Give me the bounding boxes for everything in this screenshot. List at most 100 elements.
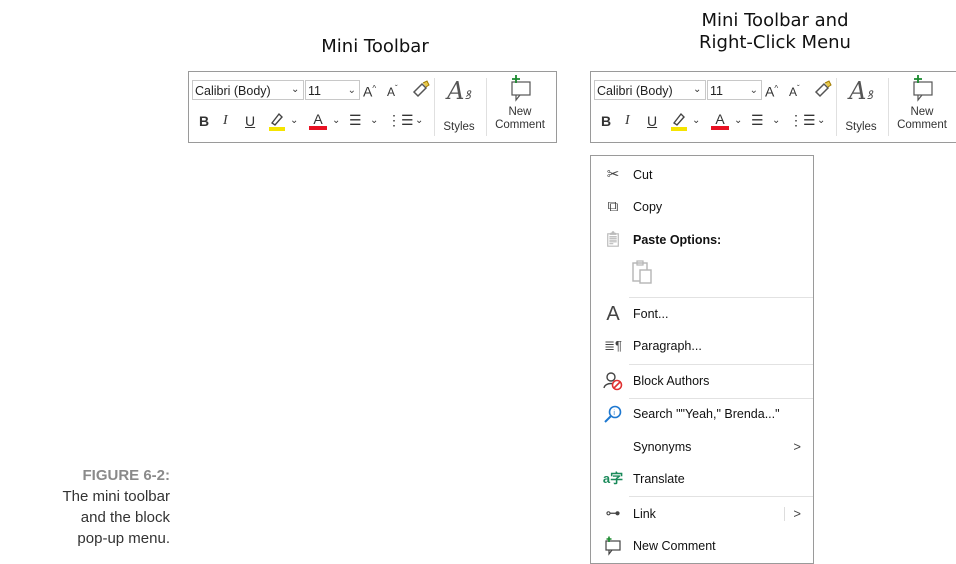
new-comment-icon <box>601 531 625 561</box>
menu-item-label: Block Authors <box>633 374 710 388</box>
font-name-combo[interactable]: Calibri (Body) <box>192 80 304 100</box>
heading-mini-toolbar-and-menu: Mini Toolbar and Right-Click Menu <box>660 10 890 54</box>
new-comment-button[interactable]: New Comment <box>891 74 953 140</box>
menu-item-label: Synonyms <box>633 440 692 454</box>
font-name-combo[interactable]: Calibri (Body) <box>594 80 706 100</box>
styles-label: Styles <box>845 121 877 133</box>
paragraph-icon: ≣¶ <box>604 338 622 353</box>
font-color-icon[interactable]: A <box>711 110 729 130</box>
menu-item-label: Cut <box>633 168 653 182</box>
chevron-down-icon: ⌄ <box>347 85 356 96</box>
menu-item-search[interactable]: i Search ""Yeah," Brenda..." <box>591 399 813 429</box>
bold-button[interactable]: B <box>199 112 209 130</box>
toolbar-divider <box>836 78 837 136</box>
chevron-down-icon[interactable]: ⌄ <box>772 112 780 130</box>
block-authors-icon <box>601 366 625 396</box>
heading-line-2: Right-Click Menu <box>699 32 851 53</box>
menu-item-translate[interactable]: a字 Translate <box>591 464 813 494</box>
styles-icon: Aꝸ <box>447 77 471 105</box>
context-menu: ✂ Cut ⧉ Copy 📋︎ Paste Options: A Font...… <box>590 155 814 564</box>
chevron-down-icon[interactable]: ⌄ <box>415 112 423 130</box>
menu-item-label: Link <box>633 507 656 521</box>
chevron-down-icon[interactable]: ⌄ <box>692 112 700 130</box>
font-color-letter: A <box>715 111 725 127</box>
link-icon: ⊶ <box>605 505 621 522</box>
chevron-right-icon: > <box>793 439 801 454</box>
menu-item-cut[interactable]: ✂ Cut <box>591 160 813 190</box>
toolbar-divider <box>888 78 889 136</box>
underline-button[interactable]: U <box>647 112 657 130</box>
font-size-value: 11 <box>308 84 321 98</box>
toolbar-divider <box>486 78 487 136</box>
font-size-dropdown-arrow[interactable]: ⌄ <box>693 81 701 99</box>
chevron-down-icon[interactable]: ⌄ <box>290 112 298 130</box>
new-comment-label-1: New <box>508 106 532 118</box>
highlight-icon[interactable] <box>669 110 689 136</box>
styles-button[interactable]: Aꝸ Styles <box>839 76 883 138</box>
heading-line-1: Mini Toolbar and <box>701 10 849 31</box>
chevron-down-icon[interactable]: ⌄ <box>734 112 742 130</box>
highlight-icon[interactable] <box>267 110 287 136</box>
format-painter-icon[interactable] <box>411 79 431 103</box>
numbering-icon[interactable]: ⋮☰ <box>387 111 414 129</box>
italic-button[interactable]: I <box>625 112 630 130</box>
font-name-value: Calibri (Body) <box>195 84 271 98</box>
font-size-combo[interactable]: 11 ⌄ <box>707 80 762 100</box>
new-comment-icon <box>891 74 953 106</box>
heading-mini-toolbar: Mini Toolbar <box>321 36 429 57</box>
new-comment-label-2: Comment <box>495 119 545 131</box>
menu-item-label: Copy <box>633 200 663 214</box>
menu-item-label: Search ""Yeah," Brenda..." <box>633 407 780 421</box>
grow-font-icon[interactable]: A^ <box>765 80 778 101</box>
menu-item-link[interactable]: ⊶ Link > <box>591 499 813 529</box>
menu-item-font[interactable]: A Font... <box>591 299 813 329</box>
chevron-down-icon[interactable]: ⌄ <box>817 112 825 130</box>
chevron-down-icon: ⌄ <box>749 85 758 96</box>
new-comment-label-2: Comment <box>897 119 947 131</box>
font-color-letter: A <box>313 111 323 127</box>
chevron-right-icon[interactable]: > <box>793 499 801 529</box>
submenu-divider <box>784 507 785 521</box>
font-color-icon[interactable]: A <box>309 110 327 130</box>
caption-line-3: pop-up menu. <box>77 530 170 547</box>
clipboard-icon: 📋︎ <box>603 231 623 248</box>
shrink-font-icon[interactable]: Aˇ <box>387 80 398 101</box>
font-icon: A <box>606 303 620 325</box>
chevron-down-icon[interactable]: ⌄ <box>370 112 378 130</box>
font-name-value: Calibri (Body) <box>597 84 673 98</box>
italic-button[interactable]: I <box>223 112 228 130</box>
new-comment-button[interactable]: New Comment <box>489 74 551 140</box>
styles-label: Styles <box>443 121 475 133</box>
new-comment-icon <box>489 74 551 106</box>
styles-button[interactable]: Aꝸ Styles <box>437 76 481 138</box>
figure-number: FIGURE 6-2: <box>82 467 170 484</box>
font-size-combo[interactable]: 11 ⌄ <box>305 80 360 100</box>
format-painter-icon[interactable] <box>813 79 833 103</box>
svg-text:i: i <box>613 410 615 417</box>
grow-font-icon[interactable]: A^ <box>363 80 376 101</box>
mini-toolbar-left: Calibri (Body) 11 ⌄ ⌄ A^ Aˇ B I U ⌄ A ⌄ … <box>188 71 557 143</box>
menu-item-paragraph[interactable]: ≣¶ Paragraph... <box>591 331 813 361</box>
bullets-icon[interactable]: ☰ <box>751 111 764 129</box>
menu-item-label: Paste Options: <box>633 233 722 247</box>
styles-icon: Aꝸ <box>849 77 873 105</box>
translate-icon: a字 <box>602 471 624 486</box>
scissors-icon: ✂ <box>606 166 620 183</box>
menu-item-label: Translate <box>633 472 685 486</box>
menu-item-synonyms[interactable]: Synonyms > <box>591 432 813 462</box>
numbering-icon[interactable]: ⋮☰ <box>789 111 816 129</box>
bullets-icon[interactable]: ☰ <box>349 111 362 129</box>
menu-item-block-authors[interactable]: Block Authors <box>591 366 813 396</box>
menu-item-new-comment[interactable]: New Comment <box>591 531 813 561</box>
menu-separator <box>629 364 813 365</box>
caption-line-1: The mini toolbar <box>62 488 170 505</box>
underline-button[interactable]: U <box>245 112 255 130</box>
new-comment-label-1: New <box>910 106 934 118</box>
mini-toolbar-right: Calibri (Body) 11 ⌄ ⌄ A^ Aˇ B I U ⌄ A ⌄ … <box>590 71 956 143</box>
font-size-dropdown-arrow[interactable]: ⌄ <box>291 81 299 99</box>
menu-item-copy[interactable]: ⧉ Copy <box>591 192 813 222</box>
bold-button[interactable]: B <box>601 112 611 130</box>
chevron-down-icon[interactable]: ⌄ <box>332 112 340 130</box>
paste-keep-formatting-button[interactable] <box>631 259 657 287</box>
shrink-font-icon[interactable]: Aˇ <box>789 80 800 101</box>
